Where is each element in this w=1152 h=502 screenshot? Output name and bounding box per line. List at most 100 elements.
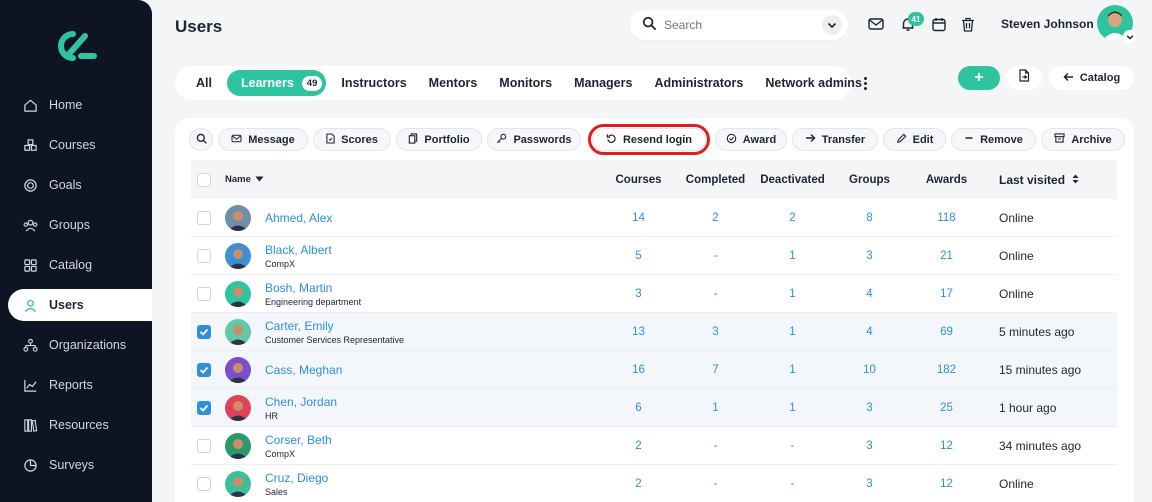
edit-button[interactable]: Edit — [883, 128, 946, 151]
user-name[interactable]: Steven Johnson — [1001, 17, 1094, 31]
sidebar-item-catalog[interactable]: Catalog — [0, 245, 152, 285]
deactivated-count[interactable]: - — [754, 440, 831, 452]
table-row[interactable]: Chen, Jordan HR 6 1 1 3 25 1 hour ago — [191, 389, 1117, 427]
avatar[interactable] — [225, 204, 251, 231]
chevron-down-icon[interactable] — [822, 15, 842, 35]
table-row[interactable]: Ahmed, Alex 14 2 2 8 118 Online — [191, 199, 1117, 237]
table-row[interactable]: Carter, Emily Customer Services Represent… — [191, 313, 1117, 351]
search-box[interactable] — [630, 10, 848, 40]
completed-count[interactable]: - — [677, 250, 754, 262]
user-name-link[interactable]: Ahmed, Alex — [265, 211, 332, 225]
awards-count[interactable]: 21 — [908, 250, 985, 262]
deactivated-count[interactable]: 1 — [754, 288, 831, 300]
archive-button[interactable]: Archive — [1041, 128, 1125, 151]
sidebar-item-groups[interactable]: Groups — [0, 205, 152, 245]
column-header-name[interactable]: Name — [221, 174, 600, 185]
courses-count[interactable]: 14 — [600, 212, 677, 224]
mail-icon[interactable] — [867, 15, 885, 33]
search-input[interactable] — [664, 18, 814, 32]
deactivated-count[interactable]: 2 — [754, 212, 831, 224]
user-name-link[interactable]: Cass, Meghan — [265, 363, 342, 377]
more-options-icon[interactable] — [858, 74, 872, 92]
avatar[interactable] — [225, 280, 251, 307]
column-header-awards[interactable]: Awards — [908, 174, 985, 186]
completed-count[interactable]: 3 — [677, 326, 754, 338]
sidebar-item-surveys[interactable]: Surveys — [0, 445, 152, 485]
tab-all[interactable]: All — [185, 70, 223, 96]
sidebar-item-home[interactable]: Home — [0, 85, 152, 125]
tab-managers[interactable]: Managers — [563, 70, 643, 96]
calendar-icon[interactable] — [930, 15, 948, 33]
awards-count[interactable]: 25 — [908, 402, 985, 414]
groups-count[interactable]: 3 — [831, 440, 908, 452]
row-checkbox[interactable] — [197, 210, 211, 225]
awards-count[interactable]: 118 — [908, 212, 985, 224]
courses-count[interactable]: 2 — [600, 478, 677, 490]
portfolio-button[interactable]: Portfolio — [396, 128, 482, 151]
sidebar-item-users[interactable]: Users — [0, 285, 152, 325]
completed-count[interactable]: - — [677, 288, 754, 300]
user-name-link[interactable]: Corser, Beth — [265, 433, 332, 447]
row-checkbox[interactable] — [197, 286, 211, 301]
table-row[interactable]: Black, Albert CompX 5-1 3 21 Online — [191, 237, 1117, 275]
sidebar-item-reports[interactable]: Reports — [0, 365, 152, 405]
search-button[interactable] — [189, 128, 213, 151]
award-button[interactable]: Award — [715, 128, 787, 151]
row-checkbox[interactable] — [197, 248, 211, 263]
user-name-link[interactable]: Black, Albert — [265, 243, 332, 257]
select-all-checkbox[interactable] — [197, 172, 211, 187]
courses-count[interactable]: 2 — [600, 440, 677, 452]
catalog-button[interactable]: Catalog — [1049, 66, 1134, 90]
deactivated-count[interactable]: 1 — [754, 402, 831, 414]
groups-count[interactable]: 3 — [831, 250, 908, 262]
message-button[interactable]: Message — [218, 128, 308, 151]
awards-count[interactable]: 12 — [908, 478, 985, 490]
table-row[interactable]: Cass, Meghan 16 7 1 10 182 15 minutes ago — [191, 351, 1117, 389]
avatar[interactable] — [225, 318, 251, 345]
tab-instructors[interactable]: Instructors — [330, 70, 417, 96]
chevron-down-icon[interactable] — [1123, 30, 1136, 43]
deactivated-count[interactable]: - — [754, 478, 831, 490]
groups-count[interactable]: 10 — [831, 364, 908, 376]
awards-count[interactable]: 69 — [908, 326, 985, 338]
app-logo[interactable] — [55, 30, 97, 62]
deactivated-count[interactable]: 1 — [754, 364, 831, 376]
awards-count[interactable]: 182 — [908, 364, 985, 376]
avatar[interactable] — [225, 470, 251, 497]
user-name-link[interactable]: Cruz, Diego — [265, 471, 328, 485]
table-row[interactable]: Bosh, Martin Engineering department 3-1 4 17… — [191, 275, 1117, 313]
avatar[interactable] — [225, 394, 251, 421]
completed-count[interactable]: - — [677, 478, 754, 490]
groups-count[interactable]: 4 — [831, 288, 908, 300]
groups-count[interactable]: 3 — [831, 402, 908, 414]
courses-count[interactable]: 3 — [600, 288, 677, 300]
resend-login-button[interactable]: Resend login — [588, 124, 710, 155]
row-checkbox[interactable] — [197, 400, 211, 415]
completed-count[interactable]: 1 — [677, 402, 754, 414]
column-header-groups[interactable]: Groups — [831, 174, 908, 186]
courses-count[interactable]: 13 — [600, 326, 677, 338]
avatar[interactable] — [225, 432, 251, 459]
table-row[interactable]: Corser, Beth CompX 2- -3 12 34 minutes ago — [191, 427, 1117, 465]
groups-count[interactable]: 8 — [831, 212, 908, 224]
tab-mentors[interactable]: Mentors — [418, 70, 489, 96]
awards-count[interactable]: 17 — [908, 288, 985, 300]
completed-count[interactable]: - — [677, 440, 754, 452]
deactivated-count[interactable]: 1 — [754, 250, 831, 262]
courses-count[interactable]: 6 — [600, 402, 677, 414]
groups-count[interactable]: 4 — [831, 326, 908, 338]
transfer-button[interactable]: Transfer — [792, 128, 878, 151]
row-checkbox[interactable] — [197, 438, 211, 453]
tab-monitors[interactable]: Monitors — [488, 70, 563, 96]
groups-count[interactable]: 3 — [831, 478, 908, 490]
sidebar-item-organizations[interactable]: Organizations — [0, 325, 152, 365]
remove-button[interactable]: Remove — [951, 128, 1036, 151]
courses-count[interactable]: 5 — [600, 250, 677, 262]
tab-administrators[interactable]: Administrators — [643, 70, 754, 96]
add-user-button[interactable]: + — [958, 66, 1000, 90]
user-name-link[interactable]: Carter, Emily — [265, 319, 404, 333]
column-header-courses[interactable]: Courses — [600, 174, 677, 186]
sidebar-item-resources[interactable]: Resources — [0, 405, 152, 445]
trash-icon[interactable] — [959, 15, 977, 33]
avatar[interactable] — [225, 242, 251, 269]
